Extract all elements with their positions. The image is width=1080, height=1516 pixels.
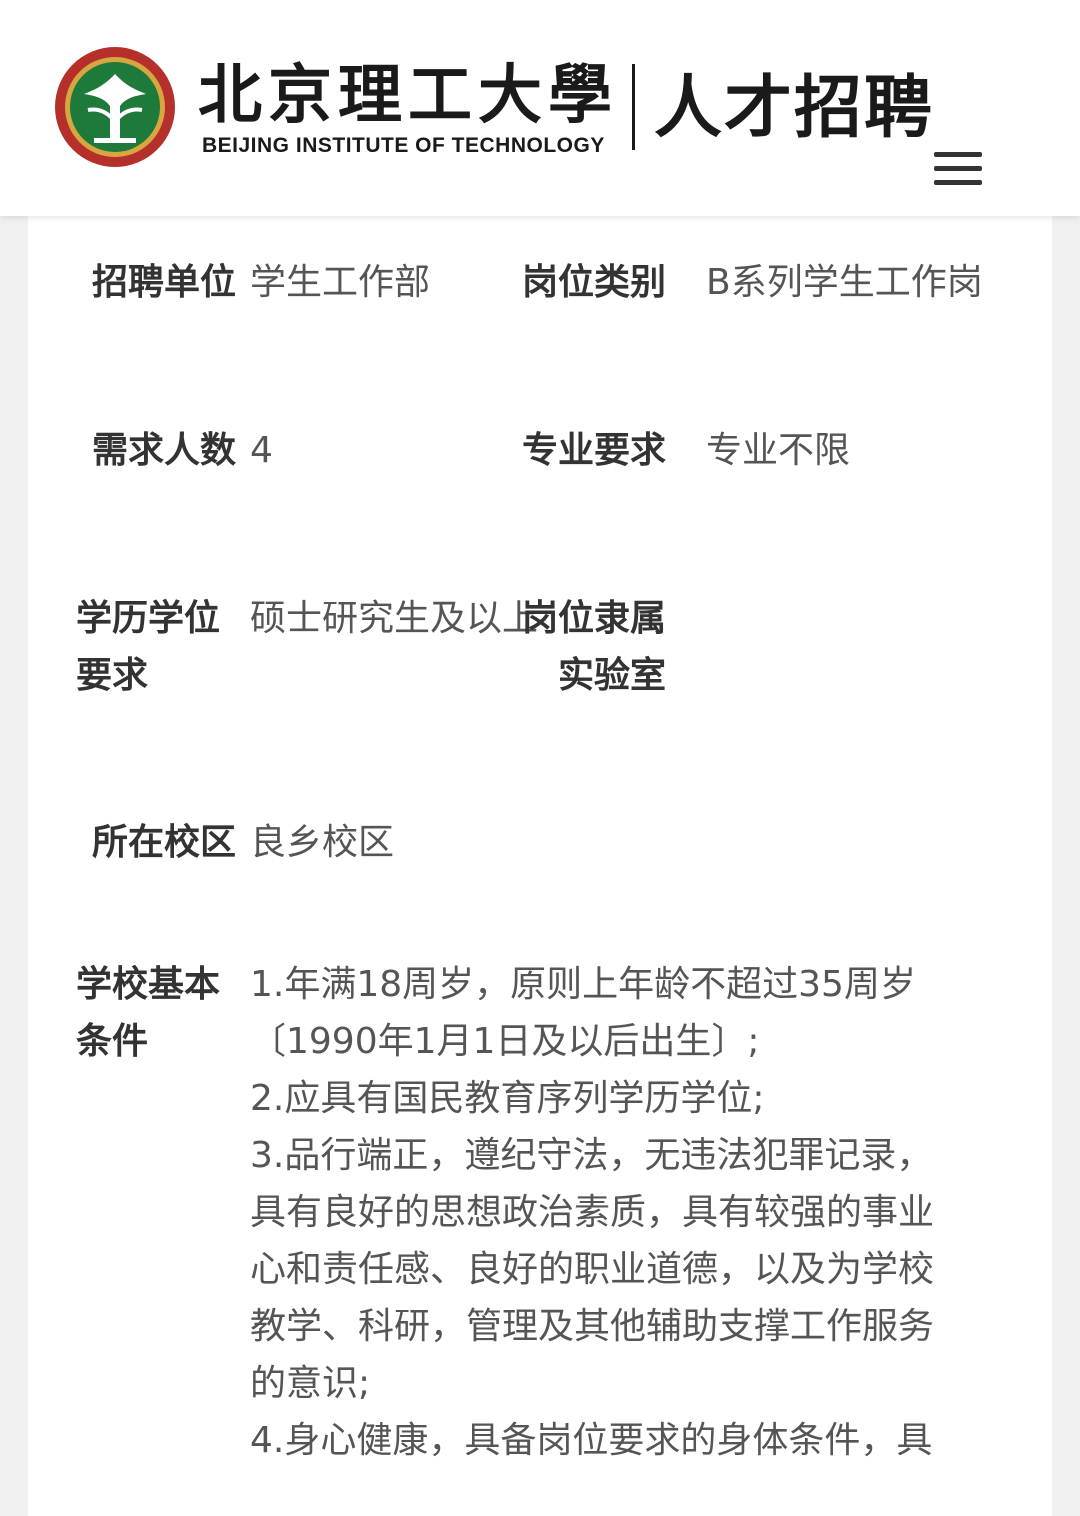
basic-condition-line: 的意识; xyxy=(250,1363,371,1404)
basic-condition-line: 1.年满18周岁，原则上年龄不超过35周岁 xyxy=(250,964,916,1005)
basic-condition-line: 2.应具有国民教育序列学历学位; xyxy=(250,1078,765,1119)
degree-value: 硕士研究生及以上 xyxy=(250,598,539,639)
count-value: 4 xyxy=(250,430,273,471)
job-detail-card: 招聘单位 学生工作部 岗位类别 B系列学生工作岗 需求人数 4 专业要求 专业不… xyxy=(28,216,1052,1516)
campus-value: 良乡校区 xyxy=(250,822,395,863)
unit-value: 学生工作部 xyxy=(250,262,431,303)
category-value: B系列学生工作岗 xyxy=(706,262,983,303)
basic-condition-line: 心和责任感、良好的职业道德，以及为学校 xyxy=(250,1249,935,1290)
logo-title-english: BEIJING INSTITUTE OF TECHNOLOGY xyxy=(202,134,605,157)
basic-condition-line: 教学、科研，管理及其他辅助支撑工作服务 xyxy=(250,1306,935,1347)
count-label: 需求人数 xyxy=(91,430,236,471)
basic-condition-line: 〔1990年1月1日及以后出生〕; xyxy=(250,1021,760,1062)
unit-label: 招聘单位 xyxy=(91,262,236,303)
hamburger-menu-icon[interactable] xyxy=(930,148,986,190)
logo-divider xyxy=(632,64,635,150)
university-emblem-icon xyxy=(55,47,175,167)
basic-condition-line: 4.身心健康，具备岗位要求的身体条件，具 xyxy=(250,1420,933,1461)
basic-condition-line: 具有良好的思想政治素质，具有较强的事业 xyxy=(250,1192,935,1233)
lab-label: 岗位隶属实验室 xyxy=(521,598,666,696)
logo-title-chinese: 北京理工大學 xyxy=(198,58,618,133)
site-subtitle: 人才招聘 xyxy=(654,68,935,148)
basic-conditions-text: 1.年满18周岁，原则上年龄不超过35周岁 〔1990年1月1日及以后出生〕; … xyxy=(250,956,1010,1469)
major-label: 专业要求 xyxy=(521,430,666,471)
campus-label: 所在校区 xyxy=(91,822,236,863)
basic-condition-line: 3.品行端正，遵纪守法，无违法犯罪记录， xyxy=(250,1135,933,1176)
degree-label: 学历学位要求 xyxy=(76,598,221,696)
site-header: 北京理工大學 BEIJING INSTITUTE OF TECHNOLOGY 人… xyxy=(0,0,1080,216)
major-value: 专业不限 xyxy=(706,430,851,471)
category-label: 岗位类别 xyxy=(521,262,666,303)
basic-conditions-label: 学校基本条件 xyxy=(76,964,221,1062)
